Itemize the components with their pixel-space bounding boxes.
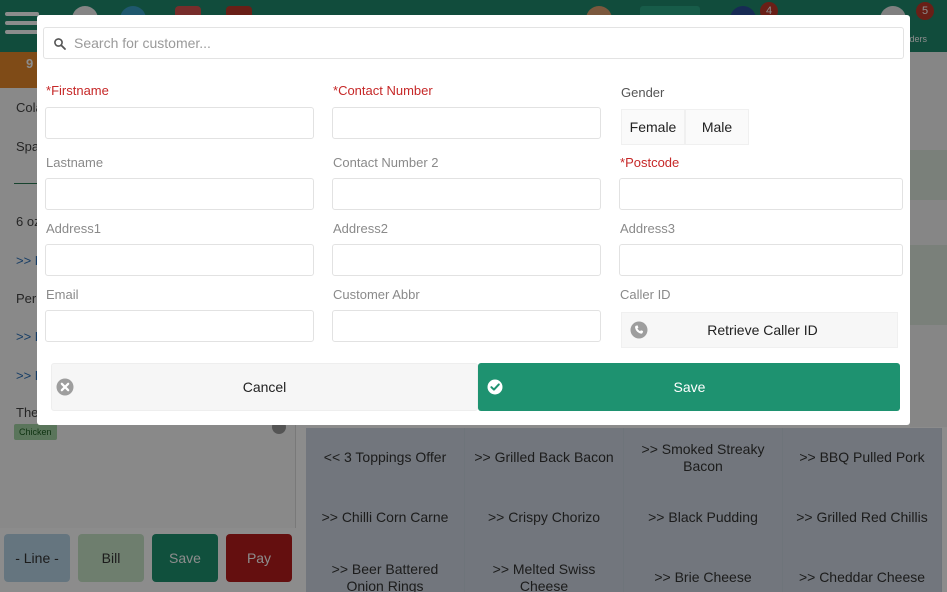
check-circle-icon	[487, 379, 503, 395]
customer-search	[43, 27, 904, 59]
save-label: Save	[673, 379, 706, 395]
customer-modal: *Firstname *Contact Number Gender Female…	[37, 15, 910, 425]
contact-number-2-label: Contact Number 2	[333, 155, 439, 170]
postcode-label: *Postcode	[620, 155, 680, 170]
lastname-input[interactable]	[45, 178, 314, 210]
close-circle-icon	[56, 378, 74, 396]
gender-label: Gender	[621, 85, 665, 100]
firstname-label: *Firstname	[46, 83, 109, 98]
address3-input[interactable]	[619, 244, 903, 276]
search-icon	[54, 38, 66, 50]
contact-number-input[interactable]	[332, 107, 601, 139]
address2-label: Address2	[333, 221, 388, 236]
save-button[interactable]: Save	[478, 363, 900, 411]
cancel-label: Cancel	[242, 379, 287, 395]
cancel-button[interactable]: Cancel	[51, 363, 478, 411]
address1-label: Address1	[46, 221, 101, 236]
customer-abbr-label: Customer Abbr	[333, 287, 420, 302]
contact-number-2-input[interactable]	[332, 178, 601, 210]
customer-search-input[interactable]	[74, 28, 894, 58]
customer-abbr-input[interactable]	[332, 310, 601, 342]
address1-input[interactable]	[45, 244, 314, 276]
retrieve-caller-id-label: Retrieve Caller ID	[707, 322, 818, 338]
lastname-label: Lastname	[46, 155, 104, 170]
address2-input[interactable]	[332, 244, 601, 276]
address3-label: Address3	[620, 221, 675, 236]
postcode-input[interactable]	[619, 178, 903, 210]
caller-id-label: Caller ID	[620, 287, 671, 302]
retrieve-caller-id-button[interactable]: Retrieve Caller ID	[621, 312, 898, 348]
gender-male-button[interactable]: Male	[685, 109, 749, 145]
phone-icon	[630, 321, 648, 339]
contact-number-label: *Contact Number	[333, 83, 433, 98]
email-label: Email	[46, 287, 79, 302]
gender-female-button[interactable]: Female	[621, 109, 685, 145]
firstname-input[interactable]	[45, 107, 314, 139]
email-input[interactable]	[45, 310, 314, 342]
